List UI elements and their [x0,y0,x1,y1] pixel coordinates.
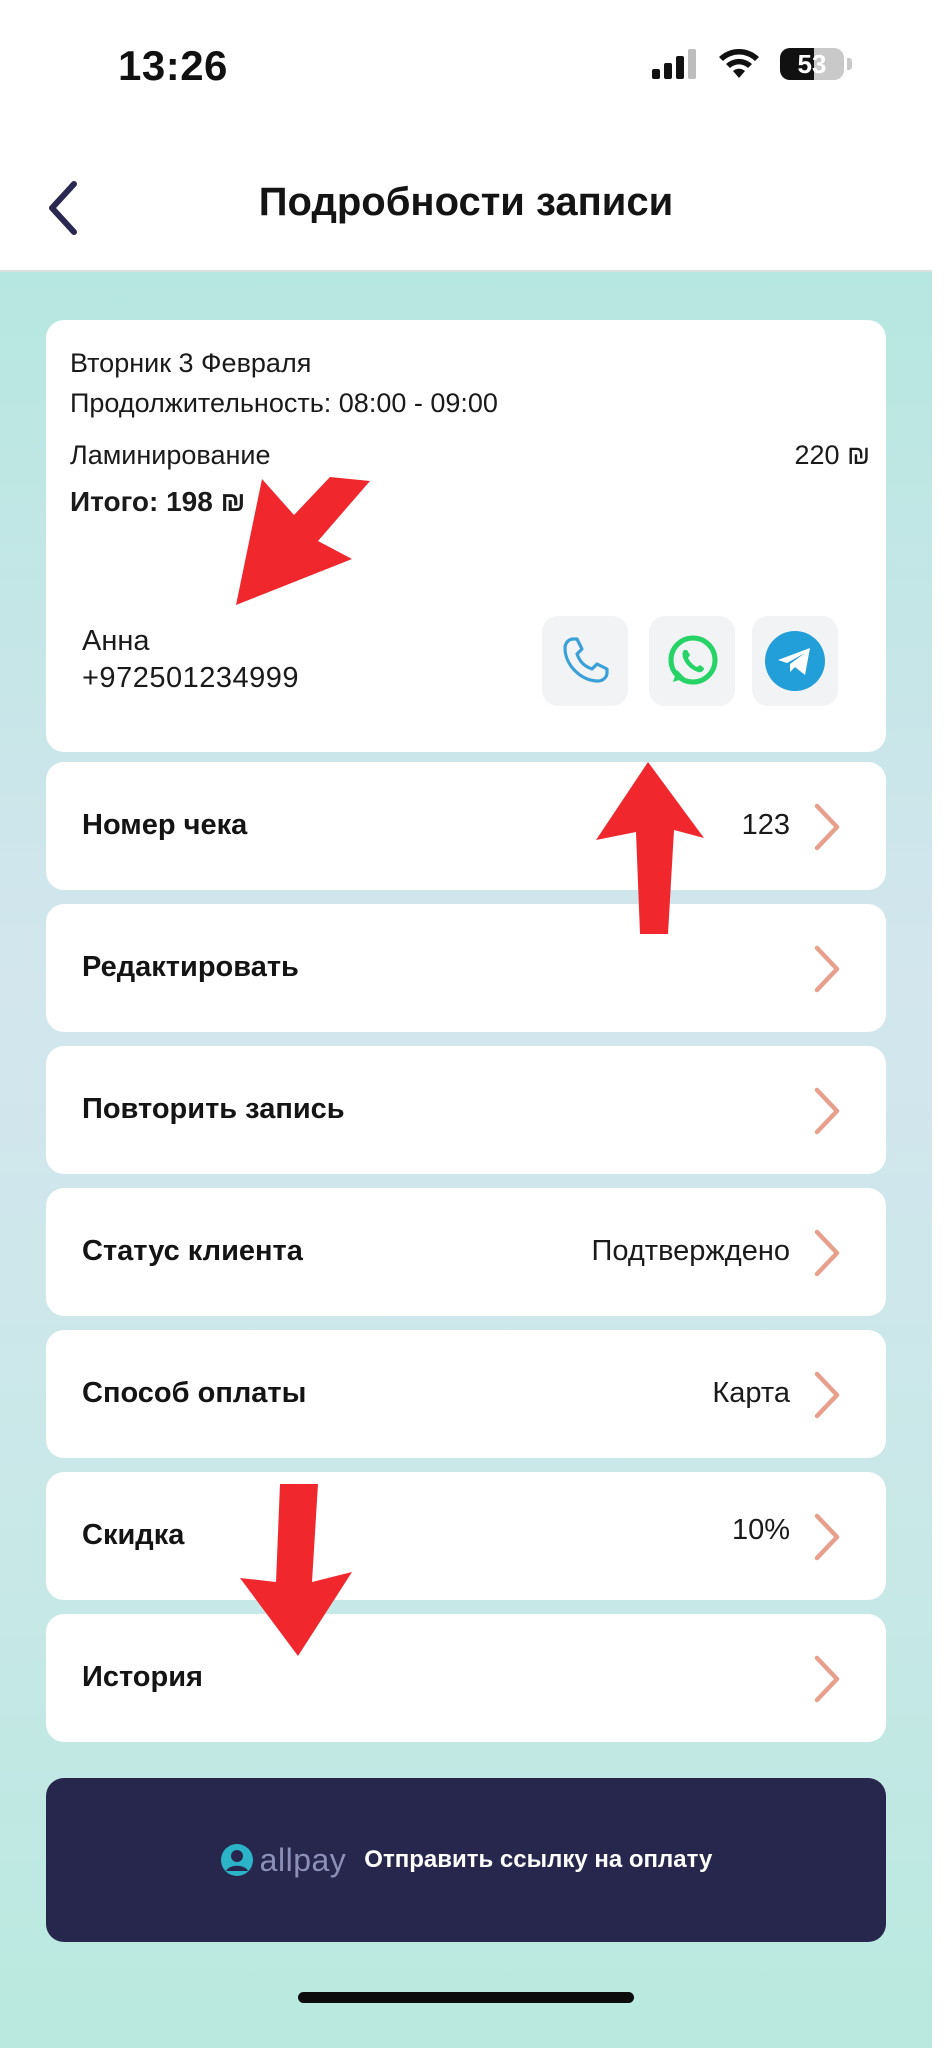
row-discount[interactable]: Скидка 10% [46,1472,886,1600]
client-name: Анна [82,625,150,657]
chevron-right-icon [814,1229,840,1277]
content-area: Вторник 3 Февраля Продолжительность: 08:… [0,272,932,2048]
client-phone[interactable]: +972501234999 [82,662,299,695]
row-client-status[interactable]: Статус клиента Подтверждено [46,1188,886,1316]
status-bar: 13:26 53 [0,0,932,130]
chevron-right-icon [814,945,840,993]
battery-icon: 53 [780,48,844,80]
telegram-button[interactable] [752,616,838,706]
row-label: Способ оплаты [82,1377,307,1409]
annotation-arrow-up [596,762,704,934]
allpay-brand: allpay [259,1841,347,1878]
chevron-right-icon [814,1655,840,1703]
appointment-duration: Продолжительность: 08:00 - 09:00 [70,388,498,418]
signal-icon [652,49,696,79]
send-payment-link-button[interactable]: allpay Отправить ссылку на оплату [46,1778,886,1942]
row-payment-method[interactable]: Способ оплаты Карта [46,1330,886,1458]
chevron-right-icon [814,1513,840,1561]
page-title: Подробности записи [258,180,674,224]
call-button[interactable] [542,616,628,706]
row-repeat-appointment[interactable]: Повторить запись [46,1046,886,1174]
header: Подробности записи [0,130,932,272]
whatsapp-button[interactable] [649,616,735,706]
telegram-icon [765,631,825,691]
row-value: 123 [741,809,790,841]
chevron-right-icon [814,803,840,851]
app-screen: 13:26 53 Подробности записи Вторник 3 Фе… [0,0,932,2048]
chevron-right-icon [814,1371,840,1419]
row-edit[interactable]: Редактировать [46,904,886,1032]
battery-nub [847,58,852,70]
annotation-arrow-down [240,1484,352,1656]
total-price: Итого: 198 ₪ [70,486,246,517]
row-label: Повторить запись [82,1093,345,1125]
row-label: Статус клиента [82,1235,303,1267]
screen-edge [932,0,944,2048]
allpay-logo: allpay [220,1842,347,1879]
battery-level: 53 [797,48,827,79]
row-history[interactable]: История [46,1614,886,1742]
service-price: 220 ₪ [794,440,870,470]
status-icons: 53 [652,48,852,80]
status-time: 13:26 [118,42,228,89]
appointment-card: Вторник 3 Февраля Продолжительность: 08:… [46,320,886,752]
row-value: Карта [712,1377,790,1409]
row-label: Скидка [82,1519,185,1551]
row-value: 10% [731,1514,790,1546]
row-receipt-number[interactable]: Номер чека 123 [46,762,886,890]
allpay-icon [220,1844,253,1876]
row-label: История [82,1661,203,1693]
row-label: Номер чека [82,809,248,841]
pay-button-label: Отправить ссылку на оплату [364,1846,713,1873]
chevron-right-icon [814,1087,840,1135]
home-indicator [298,1992,634,2003]
whatsapp-icon [668,635,718,685]
appointment-date: Вторник 3 Февраля [70,348,312,378]
annotation-arrow-down-left [236,477,370,605]
wifi-icon [719,49,759,78]
row-value: Подтверждено [591,1235,790,1267]
row-label: Редактировать [82,951,299,983]
phone-icon [563,637,609,683]
